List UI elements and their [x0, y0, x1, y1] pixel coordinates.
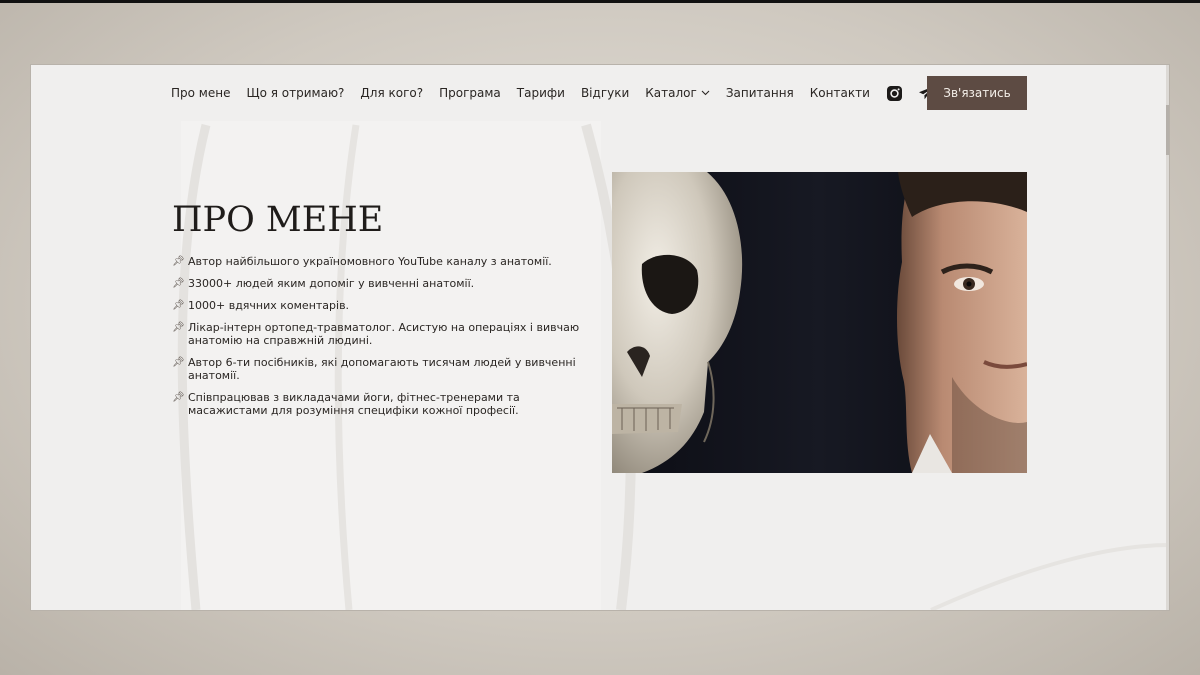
main-nav: Про мене Що я отримаю? Для кого? Програм…: [171, 79, 983, 102]
list-item: 📌︎ Автор 6-ти посібників, які допомагают…: [172, 356, 592, 382]
pin-icon: 📌︎: [172, 300, 185, 311]
list-item: 📌︎ Співпрацював з викладачами йоги, фітн…: [172, 391, 592, 417]
nav-pricing[interactable]: Тарифи: [517, 86, 565, 100]
list-item: 📌︎ 33000+ людей яким допоміг у вивченні …: [172, 277, 592, 290]
nav-about[interactable]: Про мене: [171, 86, 230, 100]
list-item-text: 33000+ людей яким допоміг у вивченні ана…: [188, 277, 475, 290]
skull-face-illustration: [612, 172, 1027, 473]
pin-icon: 📌︎: [172, 256, 185, 267]
list-item: 📌︎ Лікар-інтерн ортопед-травматолог. Аси…: [172, 321, 592, 347]
scrollbar-thumb[interactable]: [1166, 105, 1169, 155]
list-item-text: Лікар-інтерн ортопед-травматолог. Асисту…: [188, 321, 580, 347]
page: Про мене Що я отримаю? Для кого? Програм…: [31, 65, 1169, 610]
chevron-down-icon: [701, 90, 710, 96]
nav-what-i-get[interactable]: Що я отримаю?: [246, 86, 344, 100]
nav-program[interactable]: Програма: [439, 86, 501, 100]
nav-reviews[interactable]: Відгуки: [581, 86, 629, 100]
nav-catalog[interactable]: Каталог: [645, 86, 710, 100]
list-item-text: Автор 6-ти посібників, які допомагають т…: [188, 356, 576, 382]
hero-photo: [612, 172, 1027, 473]
pin-icon: 📌︎: [172, 322, 185, 333]
instagram-icon[interactable]: [886, 85, 903, 102]
list-item-text: Автор найбільшого україномовного YouTube…: [188, 255, 552, 268]
page-title: ПРО МЕНЕ: [172, 200, 384, 240]
nav-catalog-label: Каталог: [645, 86, 697, 100]
contact-button[interactable]: Зв'язатись: [927, 76, 1027, 110]
pin-icon: 📌︎: [172, 392, 185, 403]
nav-contacts[interactable]: Контакти: [810, 86, 870, 100]
list-item-text: Співпрацював з викладачами йоги, фітнес-…: [188, 391, 520, 417]
list-item: 📌︎ 1000+ вдячних коментарів.: [172, 299, 592, 312]
list-item: 📌︎ Автор найбільшого україномовного YouT…: [172, 255, 592, 268]
about-list: 📌︎ Автор найбільшого україномовного YouT…: [172, 255, 592, 426]
nav-for-whom[interactable]: Для кого?: [360, 86, 423, 100]
pin-icon: 📌︎: [172, 278, 185, 289]
list-item-text: 1000+ вдячних коментарів.: [188, 299, 350, 312]
nav-faq[interactable]: Запитання: [726, 86, 794, 100]
top-border: [0, 0, 1200, 3]
pin-icon: 📌︎: [172, 357, 185, 368]
